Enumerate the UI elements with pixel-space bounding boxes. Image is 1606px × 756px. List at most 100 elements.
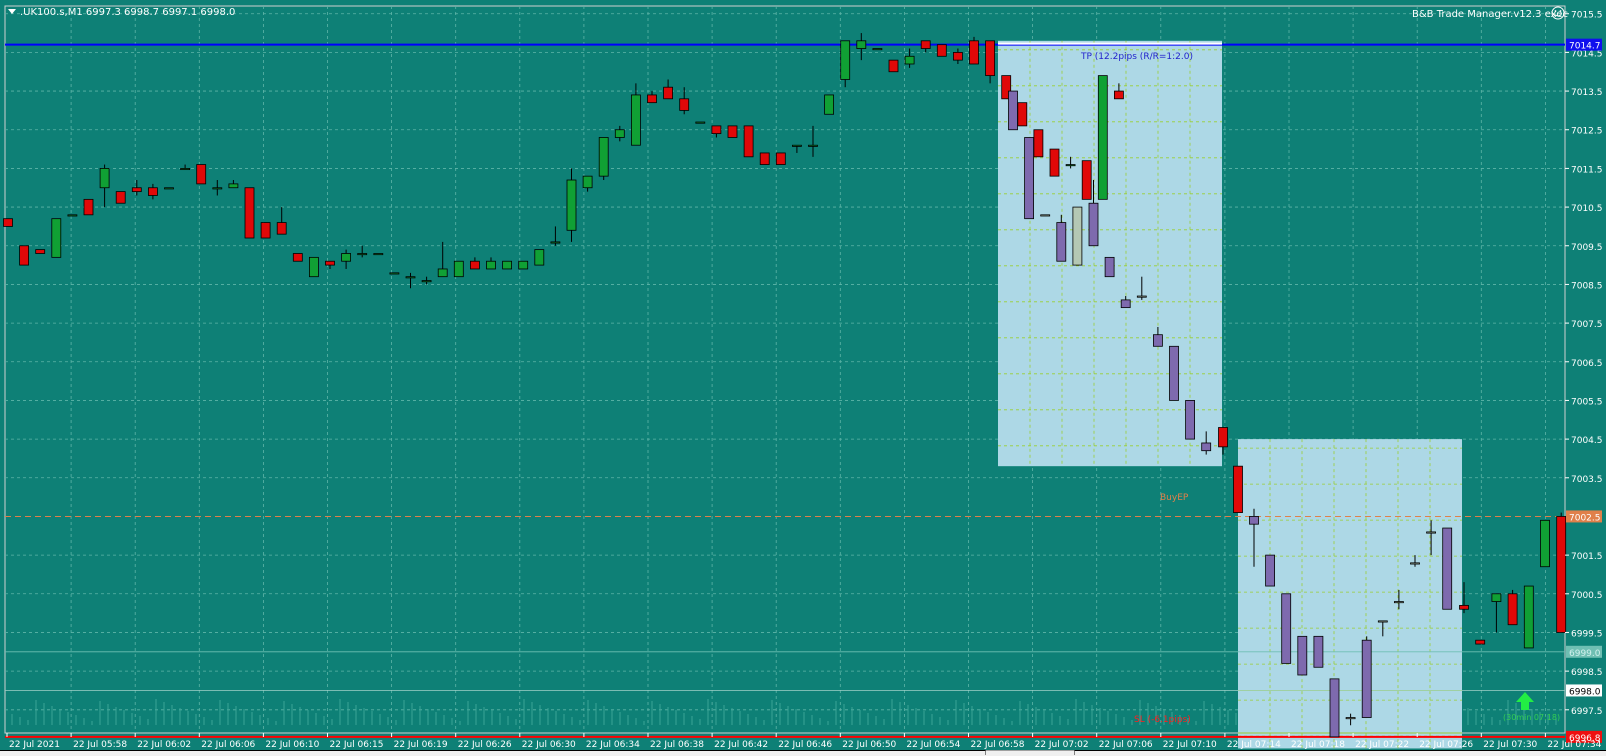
tp-label: TP (12.2pips (R/R=1:2.0) [1080, 52, 1193, 62]
candle [969, 40, 979, 65]
x-tick-label: 22 Jul 06:34 [586, 740, 640, 750]
level-price-tag-text: 6999.0 [1569, 649, 1601, 659]
projection-candle [1442, 527, 1453, 610]
projection-candle [1153, 334, 1163, 347]
projection-candle [1072, 206, 1083, 266]
price-chart[interactable]: 7015.57014.57013.57012.57011.57010.57009… [0, 0, 1606, 750]
candle [325, 260, 335, 266]
candle [1540, 519, 1550, 568]
x-tick-label: 22 Jul 06:42 [714, 740, 768, 750]
candle [856, 40, 867, 49]
projection-candle [1426, 531, 1436, 534]
candle [1507, 593, 1518, 626]
y-tick-label: 7005.5 [1571, 397, 1603, 407]
projection-candle [1377, 620, 1388, 623]
candle [147, 187, 158, 196]
projection-candle [1361, 639, 1372, 718]
y-tick-label: 7008.5 [1571, 281, 1603, 291]
candle [614, 129, 625, 138]
chart-window[interactable]: 7015.5 7014.5 7013.5 7012.5 7011.5 7010.5 7009… [0, 0, 1606, 755]
timer-label: (30min 07:18) [1503, 713, 1560, 722]
candle [131, 187, 142, 193]
candle [920, 40, 931, 49]
candle [840, 40, 851, 80]
candle [260, 222, 271, 239]
y-tick-label: 7003.5 [1571, 475, 1603, 485]
candle [759, 152, 770, 165]
candle [469, 260, 480, 270]
x-tick-label: 22 Jul 2021 [9, 740, 60, 750]
candle [389, 272, 400, 275]
candle [357, 253, 368, 256]
candle [292, 253, 303, 262]
y-tick-label: 7015.5 [1571, 11, 1603, 21]
candle [1017, 102, 1028, 127]
candle [985, 40, 995, 77]
candle [936, 44, 947, 57]
projection-candle [1104, 256, 1115, 278]
x-tick-label: 22 Jul 07:06 [1099, 740, 1153, 750]
bottom-tab-right[interactable] [1074, 750, 1606, 755]
y-tick-label: 7011.5 [1571, 165, 1603, 175]
candle [115, 191, 126, 204]
x-tick-label: 22 Jul 07:14 [1227, 740, 1281, 750]
candle [727, 125, 738, 138]
candle [421, 280, 432, 283]
symbol-info: .UK100.s,M1 6997.3 6998.7 6997.1 6998.0 [20, 7, 235, 18]
x-tick-label: 22 Jul 06:46 [778, 740, 832, 750]
x-tick-label: 22 Jul 06:30 [522, 740, 576, 750]
candle [405, 276, 416, 279]
x-tick-label: 22 Jul 06:15 [330, 740, 384, 750]
x-tick-label: 22 Jul 06:50 [842, 740, 896, 750]
candle [228, 183, 239, 189]
candle [308, 256, 319, 278]
y-tick-label: 7000.5 [1571, 591, 1603, 601]
candle [904, 55, 915, 65]
tp-price-tag-text: 7014.7 [1569, 42, 1601, 52]
candle [35, 249, 46, 254]
candle [663, 86, 673, 100]
projection-candle [1313, 635, 1324, 668]
projection-candle [1169, 345, 1179, 401]
projection-candle [1185, 400, 1195, 440]
x-tick-label: 22 Jul 05:58 [73, 740, 127, 750]
candle [67, 214, 78, 217]
x-tick-label: 22 Jul 06:58 [971, 740, 1025, 750]
candle [743, 125, 754, 158]
x-tick-label: 22 Jul 07:26 [1419, 740, 1473, 750]
bottom-tab-left[interactable] [0, 750, 986, 755]
candle [196, 164, 207, 185]
candle [502, 260, 513, 270]
projection-candle [1136, 295, 1147, 298]
x-tick-label: 22 Jul 06:54 [906, 740, 960, 750]
candle [775, 152, 786, 165]
x-tick-label: 22 Jul 07:02 [1035, 740, 1089, 750]
candle [872, 48, 883, 51]
candle [679, 98, 690, 111]
x-tick-label: 22 Jul 06:19 [394, 740, 448, 750]
x-tick-label: 22 Jul 06:38 [650, 740, 704, 750]
x-tick-label: 22 Jul 06:26 [458, 740, 512, 750]
candle [550, 241, 561, 244]
y-tick-label: 7010.5 [1571, 204, 1603, 214]
y-tick-label: 7013.5 [1571, 88, 1603, 98]
projection-candle [1329, 678, 1340, 738]
candle [486, 260, 496, 270]
candle [83, 198, 94, 216]
projection-candle [1410, 562, 1420, 565]
candle [953, 52, 963, 61]
projection-candle [1265, 554, 1275, 587]
candle [19, 245, 30, 266]
candle [3, 218, 13, 227]
projection-candle [1249, 516, 1259, 525]
candle [598, 137, 609, 177]
projection-candle [1201, 442, 1212, 452]
candle [534, 249, 545, 266]
y-tick-label: 7001.5 [1571, 552, 1603, 562]
candle [566, 179, 577, 231]
candle [824, 94, 834, 115]
x-tick-label: 22 Jul 07:34 [1547, 740, 1601, 750]
candle [792, 144, 802, 147]
candle [1475, 639, 1486, 645]
entry-price-tag-text: 7002.5 [1569, 513, 1601, 523]
